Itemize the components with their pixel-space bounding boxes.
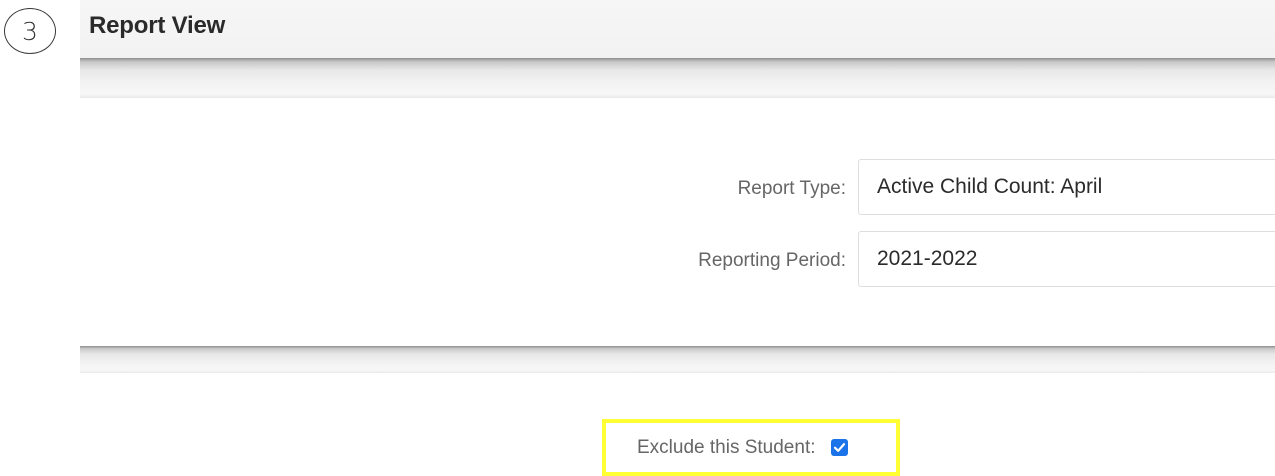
- report-type-field[interactable]: Active Child Count: April: [858, 159, 1275, 215]
- reporting-period-row: Reporting Period: 2021-2022: [80, 231, 1275, 291]
- section-divider-top: [80, 58, 1275, 98]
- exclude-student-label: Exclude this Student:: [637, 436, 816, 458]
- reporting-period-label: Reporting Period:: [698, 250, 846, 271]
- page-header: [80, 0, 1275, 58]
- exclude-student-checkbox[interactable]: [830, 439, 848, 456]
- page-title: Report View: [89, 12, 226, 39]
- step-number-badge: 3: [4, 8, 56, 54]
- exclude-student-highlight: Exclude this Student:: [602, 419, 900, 476]
- reporting-period-field[interactable]: 2021-2022: [858, 231, 1275, 287]
- report-type-label: Report Type:: [737, 178, 846, 199]
- section-divider-bottom: [80, 346, 1275, 373]
- check-mark-icon: [833, 443, 845, 452]
- report-type-row: Report Type: Active Child Count: April: [80, 159, 1275, 219]
